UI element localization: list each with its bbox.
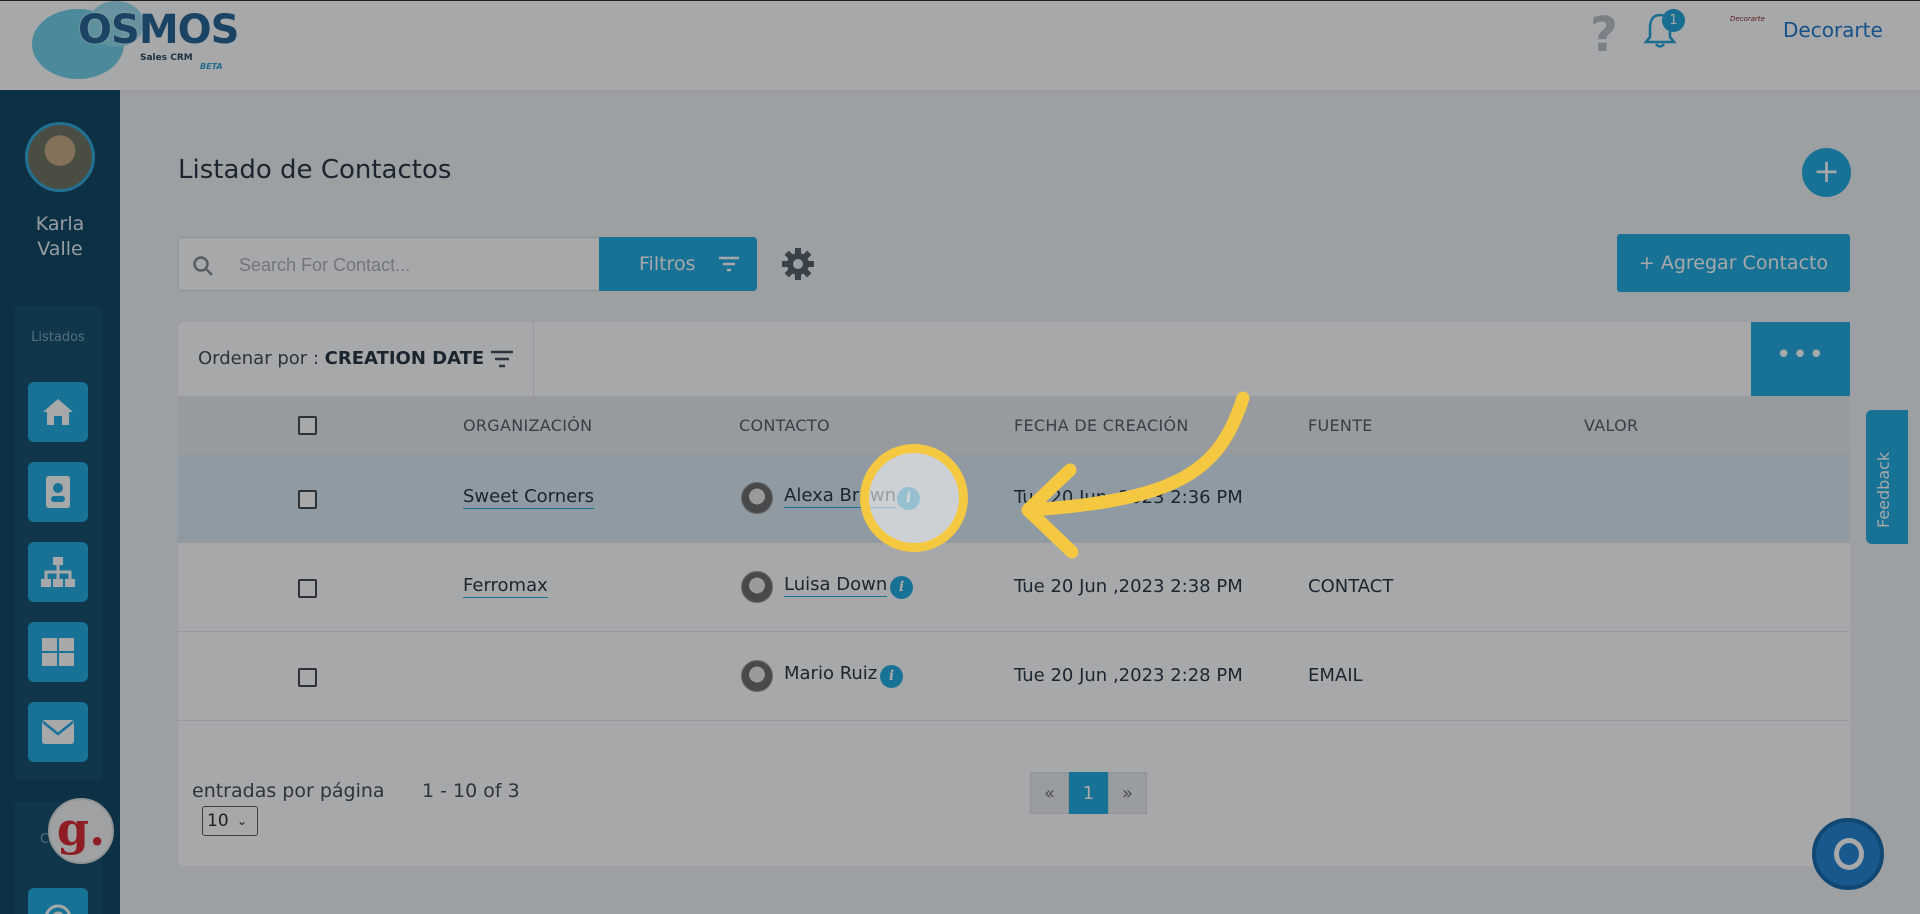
user-first-name: Karla xyxy=(35,213,85,235)
org-chart-icon xyxy=(41,557,75,587)
sort-prefix: Ordenar por : xyxy=(198,348,325,369)
sort-value: CREATION DATE xyxy=(324,348,485,369)
chat-launcher[interactable] xyxy=(1812,818,1884,890)
header-value[interactable]: VALOR xyxy=(1584,416,1638,435)
contact-avatar xyxy=(741,482,773,514)
sidebar-item-home[interactable] xyxy=(28,382,88,442)
add-contact-button[interactable]: + Agregar Contacto xyxy=(1617,234,1850,292)
contact-name-link[interactable]: Luisa Down xyxy=(784,574,888,597)
contact-name-link[interactable]: Mario Ruiz xyxy=(784,663,877,685)
chevron-down-icon: ⌄ xyxy=(237,814,248,828)
entries-per-page-label: entradas por página xyxy=(192,780,385,802)
source: EMAIL xyxy=(1308,665,1363,686)
per-page-value: 10 xyxy=(207,811,229,831)
sidebar-item-goals[interactable] xyxy=(28,888,88,914)
contact-avatar xyxy=(741,571,773,603)
osmos-logo[interactable]: OSMOS Sales CRM BETA xyxy=(28,1,239,79)
nav-section-listados: Listados xyxy=(14,306,102,780)
sort-control[interactable]: Ordenar por : CREATION DATE xyxy=(178,322,534,396)
select-all-checkbox[interactable] xyxy=(298,416,317,435)
company-logo: Decorarte xyxy=(1730,15,1765,23)
header-source[interactable]: FUENTE xyxy=(1308,416,1373,435)
row-checkbox[interactable] xyxy=(298,668,317,687)
user-avatar[interactable] xyxy=(25,122,95,192)
source: CONTACT xyxy=(1308,576,1394,597)
more-options-button[interactable]: ••• xyxy=(1751,322,1850,396)
mail-icon xyxy=(42,720,74,744)
add-circle-button[interactable]: + xyxy=(1802,148,1851,197)
logo-tagline: Sales CRM xyxy=(140,53,193,63)
filters-label: Filtros xyxy=(639,253,696,275)
question-mark-icon[interactable]: ? xyxy=(1590,7,1618,63)
feedback-tab[interactable]: Feedback xyxy=(1866,410,1908,544)
info-icon[interactable]: i xyxy=(880,665,903,688)
nav-section-label: Listados xyxy=(31,330,85,345)
sidebar-item-contacts[interactable] xyxy=(28,462,88,522)
sidebar-item-mail[interactable] xyxy=(28,702,88,762)
grid-icon xyxy=(42,638,74,666)
row-checkbox[interactable] xyxy=(298,579,317,598)
highlight-ring xyxy=(860,444,968,552)
chat-icon xyxy=(1834,838,1864,870)
pagination-range: 1 - 10 of 3 xyxy=(422,780,520,802)
header-contact[interactable]: CONTACTO xyxy=(739,416,830,435)
created-date: Tue 20 Jun ,2023 2:28 PM xyxy=(1014,665,1243,686)
pagination: « 1 » xyxy=(1030,772,1147,814)
organization-link[interactable]: Ferromax xyxy=(463,575,548,598)
pointer-arrow-icon xyxy=(1021,391,1250,559)
sidebar: Karla Valle Listados C xyxy=(0,90,120,914)
logo-text: OSMOS xyxy=(78,7,239,53)
user-last-name: Valle xyxy=(37,238,83,260)
search-input[interactable] xyxy=(239,252,579,278)
pagination-page[interactable]: 1 xyxy=(1069,772,1108,814)
home-icon xyxy=(43,399,73,425)
pagination-next[interactable]: » xyxy=(1108,772,1147,814)
per-page-select[interactable]: 10 ⌄ xyxy=(202,806,258,836)
filters-button[interactable]: Filtros xyxy=(599,237,757,291)
contact-avatar xyxy=(741,660,773,692)
organization-link[interactable]: Sweet Corners xyxy=(463,486,595,509)
top-bar: OSMOS Sales CRM BETA ? 1 Decorarte Decor… xyxy=(0,0,1920,90)
gear-icon[interactable] xyxy=(780,246,816,282)
search-box xyxy=(178,237,600,291)
search-icon xyxy=(193,256,213,276)
header-organization[interactable]: ORGANIZACIÓN xyxy=(463,416,592,435)
sort-label: Ordenar por : CREATION DATE xyxy=(198,348,484,369)
sidebar-item-organizations[interactable] xyxy=(28,542,88,602)
target-icon xyxy=(45,904,71,914)
info-icon[interactable]: i xyxy=(890,576,913,599)
logo-beta: BETA xyxy=(200,62,223,71)
sidebar-item-dashboard[interactable] xyxy=(28,622,88,682)
contact-card-icon xyxy=(46,476,70,508)
user-name: Karla Valle xyxy=(0,212,120,262)
pagination-prev[interactable]: « xyxy=(1030,772,1069,814)
g-extension-badge[interactable]: g. xyxy=(48,798,114,864)
row-checkbox[interactable] xyxy=(298,490,317,509)
table-row[interactable]: Mario Ruiz i Tue 20 Jun ,2023 2:28 PM EM… xyxy=(178,632,1850,721)
feedback-label: Feedback xyxy=(1874,451,1893,528)
filter-icon xyxy=(719,256,739,272)
page-title: Listado de Contactos xyxy=(178,155,452,185)
sort-icon xyxy=(491,350,513,368)
company-name-link[interactable]: Decorarte xyxy=(1783,18,1883,42)
notification-badge: 1 xyxy=(1662,9,1685,32)
